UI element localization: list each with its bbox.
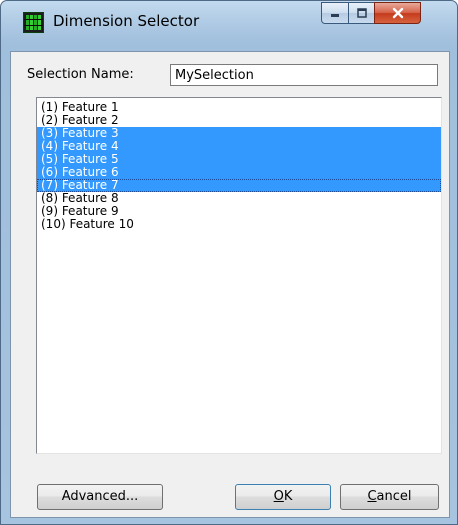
app-icon[interactable] <box>23 12 44 33</box>
window-title: Dimension Selector <box>53 12 200 30</box>
cancel-mnemonic: C <box>367 489 377 504</box>
maximize-button[interactable] <box>348 2 375 24</box>
minimize-button[interactable] <box>321 2 349 24</box>
feature-listbox[interactable]: (1) Feature 1 (2) Feature 2 (3) Feature 3(… <box>36 97 442 454</box>
advanced-button[interactable]: Advanced... <box>37 484 163 510</box>
title-bar[interactable]: Dimension Selector <box>1 1 457 41</box>
ok-mnemonic: O <box>273 489 284 504</box>
cancel-label-rest: ancel <box>376 489 412 504</box>
cancel-button[interactable]: Cancel <box>340 484 439 510</box>
close-button[interactable] <box>374 2 421 24</box>
feature-list: (1) Feature 1 (2) Feature 2 (3) Feature 3(… <box>37 98 441 231</box>
maximize-icon <box>356 5 367 19</box>
list-item[interactable]: (10) Feature 10 <box>37 218 441 231</box>
minimize-icon <box>330 5 340 19</box>
ok-label-rest: K <box>283 489 293 504</box>
ok-button[interactable]: OK <box>235 484 331 510</box>
selection-name-input[interactable] <box>170 64 438 86</box>
close-icon <box>392 5 404 20</box>
selection-name-label: Selection Name: <box>27 67 134 82</box>
